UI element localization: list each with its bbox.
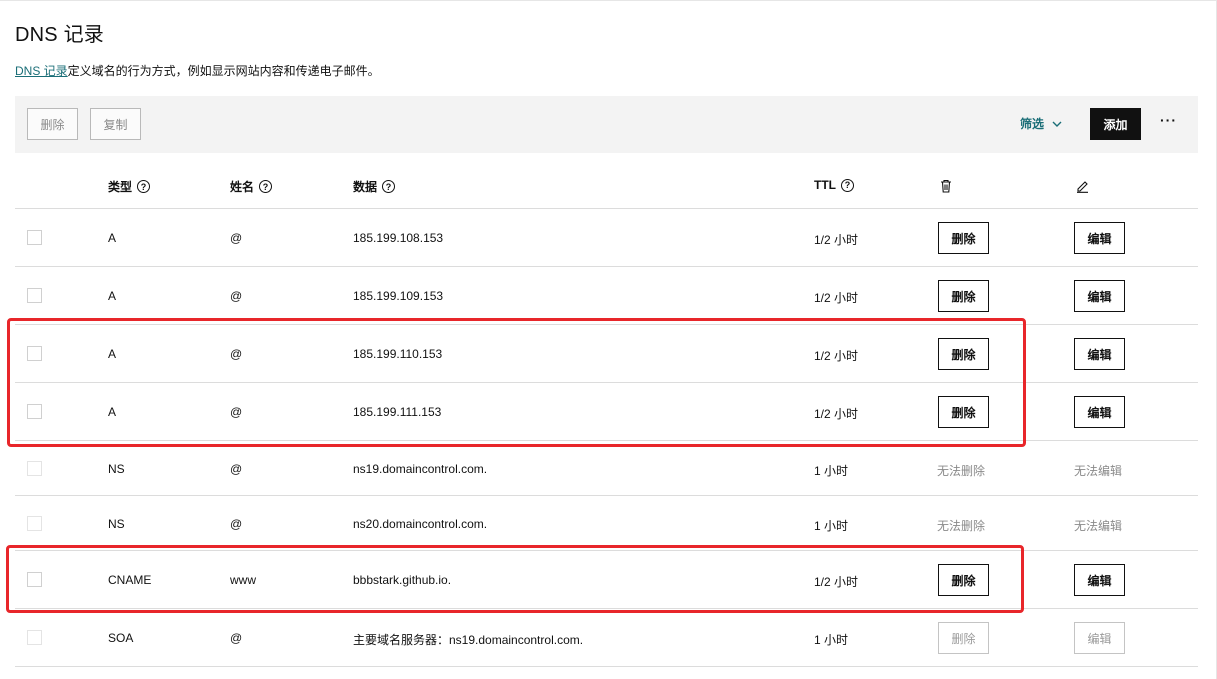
highlight-box-a-records: [7, 318, 1026, 447]
row-checkbox[interactable]: [27, 630, 42, 645]
header-ttl: TTL?: [814, 178, 854, 192]
delete-button[interactable]: 删除: [938, 222, 989, 254]
row-checkbox[interactable]: [27, 230, 42, 245]
pencil-icon: [1077, 181, 1088, 193]
cell-name: @: [230, 289, 243, 303]
header-name: 姓名?: [230, 178, 273, 195]
delete-unavailable-text: 无法删除: [937, 463, 986, 478]
cell-data: ns19.domaincontrol.com.: [353, 461, 488, 476]
delete-button[interactable]: 删除: [938, 280, 989, 312]
header-type: 类型?: [108, 178, 151, 195]
edit-unavailable-text: 无法编辑: [1074, 518, 1123, 533]
cell-ttl: 1 小时: [814, 463, 849, 478]
cell-type: A: [108, 231, 117, 245]
dns-records-link[interactable]: DNS 记录: [15, 64, 68, 78]
delete-button: 删除: [938, 622, 989, 654]
highlight-box-cname-record: [6, 545, 1024, 613]
help-icon[interactable]: ?: [137, 180, 151, 193]
edit-unavailable-text: 无法编辑: [1074, 463, 1123, 478]
header-data: 数据?: [353, 178, 396, 195]
cell-data: 主要域名服务器：ns19.domaincontrol.com.: [353, 633, 584, 647]
bulk-delete-button[interactable]: 删除: [27, 108, 78, 140]
edit-button[interactable]: 编辑: [1074, 338, 1125, 370]
cell-ttl: 1 小时: [814, 518, 849, 533]
edit-button[interactable]: 编辑: [1074, 564, 1125, 596]
header-name-label: 姓名: [230, 180, 255, 194]
cell-name: @: [230, 461, 243, 476]
table-row: SOA @ 主要域名服务器：ns19.domaincontrol.com. 1 小时 删…: [15, 609, 1198, 667]
cell-name: @: [230, 231, 243, 245]
edit-button[interactable]: 编辑: [1074, 280, 1125, 312]
cell-ttl: 1/2 小时: [814, 233, 859, 247]
cell-data: 185.199.108.153: [353, 231, 444, 245]
add-record-button[interactable]: 添加: [1090, 108, 1141, 140]
description-text: 定义域名的行为方式，例如显示网站内容和传递电子邮件。: [67, 64, 380, 78]
cell-type: A: [108, 289, 117, 303]
cell-data: ns20.domaincontrol.com.: [353, 516, 488, 531]
edit-button[interactable]: 编辑: [1074, 222, 1125, 254]
table-header: 类型? 姓名? 数据? TTL?: [15, 166, 1198, 209]
help-icon[interactable]: ?: [841, 178, 854, 192]
filter-label: 筛选: [1020, 117, 1045, 131]
table-row: A @185.199.109.153 1/2 小时 删除 编辑: [15, 267, 1198, 325]
header-type-label: 类型: [108, 180, 133, 194]
cell-name: @: [230, 516, 243, 531]
header-ttl-label: TTL: [814, 178, 836, 192]
chevron-down-icon: [1052, 121, 1062, 127]
cell-type: SOA: [108, 631, 134, 645]
help-icon[interactable]: ?: [259, 180, 273, 193]
delete-unavailable-text: 无法删除: [937, 518, 986, 533]
help-icon[interactable]: ?: [382, 180, 396, 193]
cell-type: NS: [108, 461, 125, 476]
bulk-copy-button[interactable]: 复制: [90, 108, 141, 140]
more-options-icon[interactable]: ···: [1160, 112, 1177, 128]
table-row: NS @ ns20.domaincontrol.com. 1 小时 无法删除 无法编辑: [15, 496, 1198, 551]
trash-icon: [941, 179, 951, 193]
row-checkbox[interactable]: [27, 288, 42, 303]
header-data-label: 数据: [353, 180, 378, 194]
cell-data: 185.199.109.153: [353, 289, 444, 303]
cell-type: NS: [108, 516, 125, 531]
row-checkbox[interactable]: [27, 515, 42, 531]
row-checkbox[interactable]: [27, 460, 42, 476]
toolbar: 删除 复制 筛选 添加 ···: [15, 96, 1198, 153]
cell-name: @: [230, 631, 243, 645]
edit-button: 编辑: [1074, 622, 1125, 654]
table-row: NS @ ns19.domaincontrol.com. 1 小时 无法删除 无法编辑: [15, 441, 1198, 496]
page-description: DNS 记录定义域名的行为方式，例如显示网站内容和传递电子邮件。: [15, 62, 380, 79]
cell-ttl: 1 小时: [814, 633, 849, 647]
page-title: DNS 记录: [15, 24, 104, 46]
cell-ttl: 1/2 小时: [814, 291, 859, 305]
edit-button[interactable]: 编辑: [1074, 396, 1125, 428]
filter-dropdown[interactable]: 筛选: [1020, 115, 1062, 132]
table-row: A @185.199.108.153 1/2 小时 删除 编辑: [15, 209, 1198, 267]
